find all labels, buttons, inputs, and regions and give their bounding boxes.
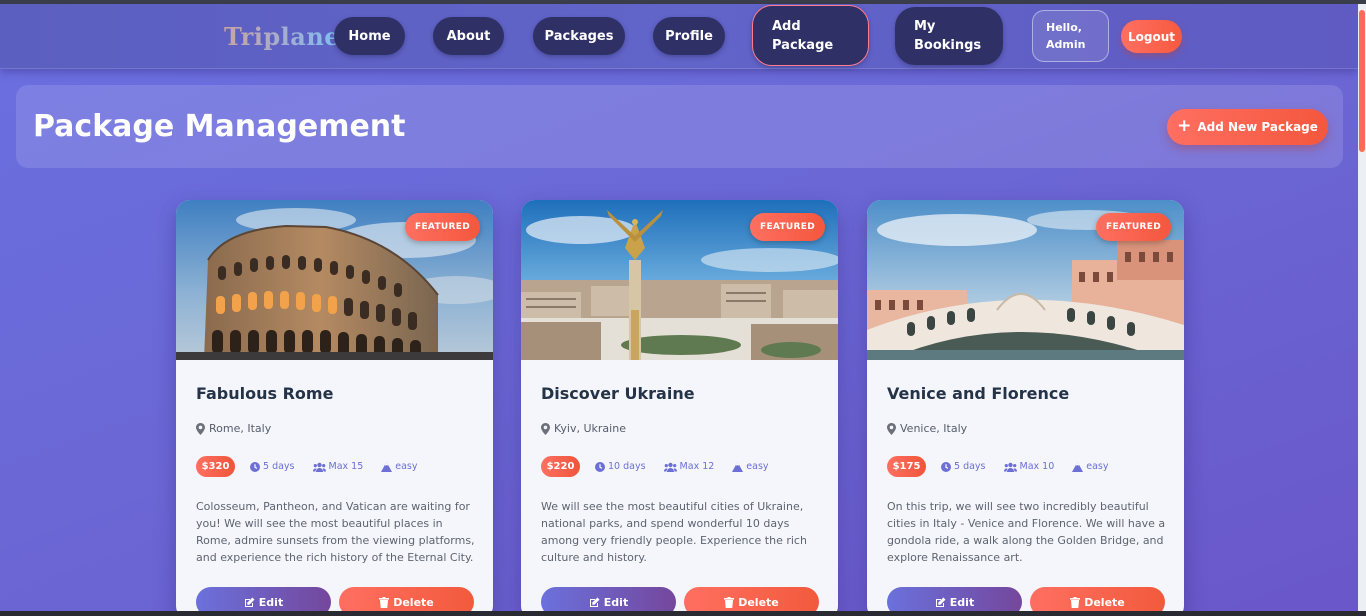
- package-title: Fabulous Rome: [196, 384, 334, 403]
- package-location: Kyiv, Ukraine: [541, 422, 626, 435]
- mountain-icon: [732, 461, 744, 472]
- trash-icon: [1070, 596, 1081, 608]
- add-new-package-button[interactable]: + Add New Package: [1167, 109, 1328, 145]
- nav-packages-button[interactable]: Packages: [533, 17, 625, 55]
- plus-icon: +: [1177, 115, 1192, 136]
- price-badge: $320: [196, 456, 235, 477]
- package-location: Venice, Italy: [887, 422, 967, 435]
- navbar: Triplane Home About Packages Profile Add…: [0, 4, 1358, 69]
- duration-text: 10 days: [608, 461, 646, 472]
- capacity-text: Max 15: [328, 461, 364, 472]
- capacity: Max 12: [663, 461, 715, 472]
- featured-badge: FEATURED: [750, 213, 825, 241]
- duration: 5 days: [250, 461, 295, 472]
- package-card: FEATURED Venice and Florence Venice, Ita…: [867, 200, 1184, 616]
- clock-icon: [250, 461, 260, 472]
- featured-badge: FEATURED: [405, 213, 480, 241]
- package-location-text: Rome, Italy: [209, 422, 272, 435]
- capacity-text: Max 10: [1019, 461, 1055, 472]
- package-location: Rome, Italy: [196, 422, 271, 435]
- package-image-venice: FEATURED: [867, 200, 1184, 360]
- users-icon: [663, 462, 677, 472]
- delete-label: Delete: [393, 595, 434, 609]
- edit-icon: [589, 597, 600, 607]
- package-location-text: Kyiv, Ukraine: [554, 422, 626, 435]
- edit-icon: [935, 597, 946, 607]
- browser-bottom-edge: [0, 611, 1366, 616]
- package-title: Discover Ukraine: [541, 384, 695, 403]
- trash-icon: [379, 596, 390, 608]
- page-title: Package Management: [33, 109, 406, 144]
- user-greeting: Hello, Admin: [1032, 10, 1109, 62]
- package-location-text: Venice, Italy: [900, 422, 968, 435]
- nav-home-button[interactable]: Home: [334, 17, 405, 55]
- edit-label: Edit: [258, 595, 284, 609]
- difficulty-text: easy: [746, 461, 769, 472]
- duration-text: 5 days: [954, 461, 986, 472]
- price-badge: $175: [887, 456, 926, 477]
- package-description: We will see the most beautiful cities of…: [541, 500, 807, 564]
- delete-label: Delete: [1084, 595, 1125, 609]
- map-pin-icon: [196, 422, 205, 435]
- brand-logo[interactable]: Triplane: [224, 22, 340, 51]
- capacity: Max 10: [1003, 461, 1055, 472]
- scrollbar-thumb[interactable]: [1359, 10, 1365, 152]
- delete-label: Delete: [738, 595, 779, 609]
- users-icon: [312, 462, 326, 472]
- difficulty: easy: [732, 461, 769, 472]
- page-scrollbar[interactable]: [1358, 4, 1366, 611]
- edit-label: Edit: [603, 595, 629, 609]
- users-icon: [1003, 462, 1017, 472]
- difficulty: easy: [1072, 461, 1109, 472]
- trash-icon: [724, 596, 735, 608]
- capacity-text: Max 12: [679, 461, 715, 472]
- package-image-kyiv: FEATURED: [521, 200, 838, 360]
- package-card: FEATURED Discover Ukraine Kyiv, Ukraine …: [521, 200, 838, 616]
- package-title: Venice and Florence: [887, 384, 1070, 403]
- clock-icon: [595, 461, 605, 472]
- difficulty: easy: [381, 461, 418, 472]
- nav-my-bookings-button[interactable]: My Bookings: [895, 7, 1003, 65]
- package-card: FEATURED Fabulous Rome Rome, Italy $320 …: [176, 200, 493, 616]
- package-image-colosseum: FEATURED: [176, 200, 493, 360]
- package-meta: $175 5 days Max 10 easy: [887, 456, 1127, 477]
- edit-label: Edit: [949, 595, 975, 609]
- mountain-icon: [381, 461, 393, 472]
- package-meta: $220 10 days Max 12 easy: [541, 456, 787, 477]
- package-description: Colosseum, Pantheon, and Vatican are wai…: [196, 500, 475, 564]
- nav-profile-button[interactable]: Profile: [653, 17, 725, 55]
- nav-add-package-button[interactable]: Add Package: [752, 5, 869, 66]
- nav-about-button[interactable]: About: [433, 17, 504, 55]
- featured-badge: FEATURED: [1096, 213, 1171, 241]
- map-pin-icon: [541, 422, 550, 435]
- edit-icon: [244, 597, 255, 607]
- duration-text: 5 days: [263, 461, 295, 472]
- mountain-icon: [1072, 461, 1084, 472]
- duration: 10 days: [595, 461, 646, 472]
- price-badge: $220: [541, 456, 580, 477]
- map-pin-icon: [887, 422, 896, 435]
- package-meta: $320 5 days Max 15 easy: [196, 456, 436, 477]
- difficulty-text: easy: [395, 461, 418, 472]
- capacity: Max 15: [312, 461, 364, 472]
- logout-button[interactable]: Logout: [1121, 20, 1182, 53]
- page-header: Package Management + Add New Package: [16, 85, 1343, 168]
- duration: 5 days: [941, 461, 986, 472]
- package-description: On this trip, we will see two incredibly…: [887, 500, 1166, 564]
- difficulty-text: easy: [1086, 461, 1109, 472]
- add-new-package-label: Add New Package: [1197, 120, 1318, 134]
- clock-icon: [941, 461, 951, 472]
